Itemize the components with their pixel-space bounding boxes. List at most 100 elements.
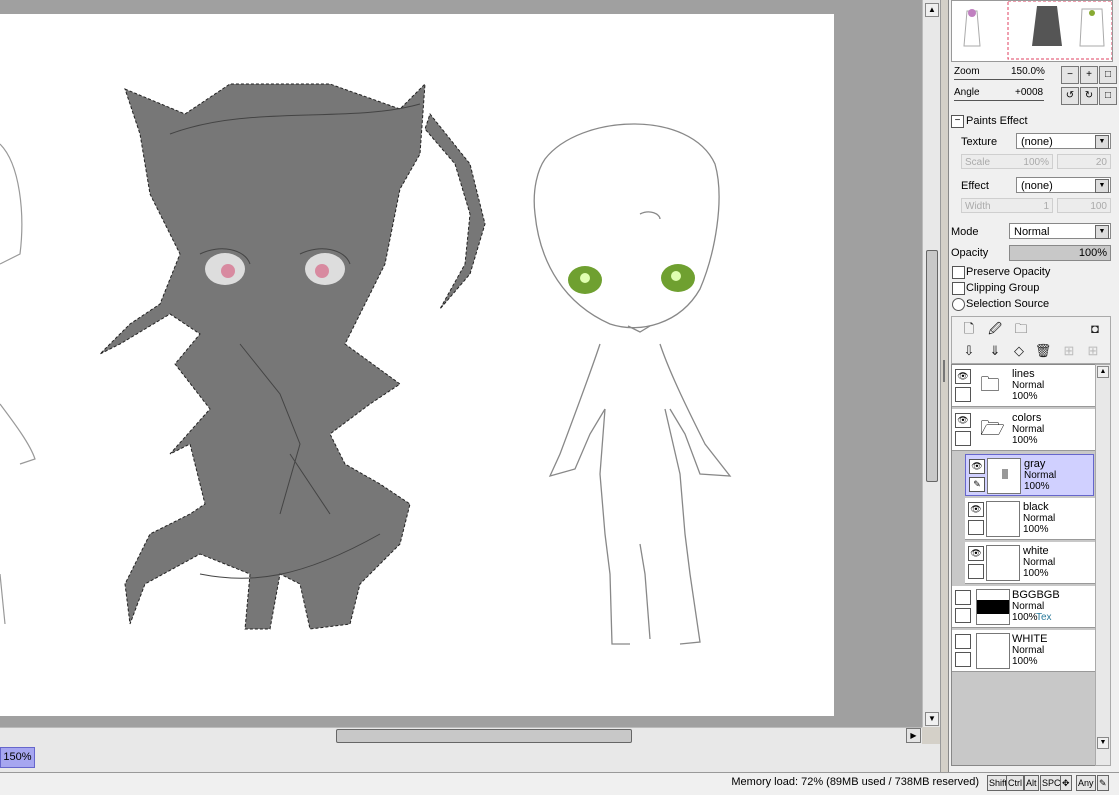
blank-figure bbox=[533, 123, 732, 645]
scroll-up-icon[interactable]: ▲ bbox=[1097, 366, 1109, 378]
zoom-slider[interactable] bbox=[954, 79, 1044, 80]
apply-mask-icon: ⊞ bbox=[1063, 343, 1075, 358]
layer-row-lines[interactable]: 👁 🗀 lines Normal 100% bbox=[952, 365, 1096, 407]
scale-right-value: 20 bbox=[1095, 157, 1107, 168]
layer-thumbnail bbox=[976, 633, 1010, 669]
eye-icon[interactable]: 👁 bbox=[969, 459, 985, 474]
selection-source-label: Selection Source bbox=[966, 298, 1050, 310]
alt-key-indicator: Alt bbox=[1024, 775, 1039, 791]
layer-list[interactable]: 👁 🗀 lines Normal 100% 👁 🗁 colors Normal … bbox=[951, 364, 1097, 766]
angle-label: Angle bbox=[954, 87, 980, 98]
texture-tag: Tex bbox=[1036, 612, 1052, 623]
blend-mode-value: Normal bbox=[1014, 226, 1050, 238]
status-bar: Memory load: 72% (89MB used / 738MB rese… bbox=[0, 772, 1119, 795]
lock-checkbox[interactable] bbox=[968, 520, 984, 535]
width-right-value: 100 bbox=[1090, 201, 1107, 212]
texture-dropdown[interactable]: (none) ▼ bbox=[1016, 133, 1111, 149]
clipping-group-label: Clipping Group bbox=[966, 282, 1040, 294]
eye-icon[interactable]: 👁 bbox=[955, 369, 971, 384]
layer-name: BGGBGB bbox=[1012, 589, 1060, 601]
eye-icon[interactable]: 👁 bbox=[968, 502, 984, 517]
navigator-preview[interactable] bbox=[951, 0, 1113, 62]
canvas-horizontal-scrollbar[interactable]: ▶ bbox=[0, 727, 922, 745]
layer-row-gray[interactable]: 👁 ✎ gray Normal 100% bbox=[965, 454, 1094, 496]
merge-down-icon[interactable]: ⇓ bbox=[986, 342, 1004, 360]
layer-mask-icon[interactable]: ◘ bbox=[1086, 320, 1104, 338]
artwork bbox=[0, 82, 732, 645]
canvas-paper[interactable] bbox=[0, 14, 834, 716]
vertical-scroll-thumb[interactable] bbox=[926, 250, 938, 482]
visibility-checkbox[interactable] bbox=[955, 590, 971, 605]
rotate-right-icon[interactable]: ↻ bbox=[1080, 87, 1098, 105]
scale-right-slider: 20 bbox=[1057, 154, 1111, 169]
layer-list-scrollbar[interactable]: ▲ ▼ bbox=[1095, 364, 1111, 766]
lock-checkbox[interactable] bbox=[955, 387, 971, 402]
selection-source-radio[interactable] bbox=[952, 298, 965, 311]
blend-mode-dropdown[interactable]: Normal ▼ bbox=[1009, 223, 1111, 239]
layer-opacity: 100% bbox=[1012, 391, 1038, 402]
preserve-opacity-label: Preserve Opacity bbox=[966, 266, 1051, 278]
memory-load: Memory load: 72% (89MB used / 738MB rese… bbox=[731, 776, 979, 788]
layer-opacity: 100% bbox=[1012, 435, 1038, 446]
horizontal-scroll-thumb[interactable] bbox=[336, 729, 632, 743]
right-panel: Zoom 150.0% − + □ Angle +0008 ↺ ↻ □ − Pa… bbox=[948, 0, 1119, 772]
layer-row-white-bg[interactable]: WHITE Normal 100% bbox=[952, 630, 1096, 672]
canvas-area[interactable] bbox=[0, 0, 922, 727]
divider-grip-icon[interactable] bbox=[943, 360, 945, 382]
layer-opacity: 100% bbox=[1024, 481, 1050, 492]
layer-thumbnail bbox=[987, 458, 1021, 494]
scroll-up-icon[interactable]: ▲ bbox=[925, 3, 939, 17]
preserve-opacity-checkbox[interactable] bbox=[952, 266, 965, 279]
zoom-badge[interactable]: 150% bbox=[0, 747, 35, 768]
any-key-indicator: Any bbox=[1076, 775, 1096, 791]
chevron-down-icon: ▼ bbox=[1095, 225, 1109, 239]
layer-thumbnail bbox=[986, 545, 1020, 581]
zoom-value[interactable]: 150.0% bbox=[1011, 66, 1045, 77]
layer-row-colors[interactable]: 👁 🗁 colors Normal 100% bbox=[952, 409, 1096, 451]
layer-row-bggbgb[interactable]: BGGBGB Normal 100% Tex bbox=[952, 586, 1096, 628]
pencil-icon[interactable]: ✎ bbox=[969, 477, 985, 492]
lock-checkbox[interactable] bbox=[955, 652, 971, 667]
effect-dropdown[interactable]: (none) ▼ bbox=[1016, 177, 1111, 193]
layer-name: lines bbox=[1012, 368, 1035, 380]
layer-name: colors bbox=[1012, 412, 1042, 424]
opacity-slider[interactable]: 100% bbox=[1009, 245, 1111, 261]
gray-character bbox=[99, 82, 486, 630]
transfer-down-icon[interactable]: ⇩ bbox=[960, 342, 978, 360]
clear-layer-icon[interactable]: ◇ bbox=[1010, 342, 1028, 360]
zoom-out-icon[interactable]: − bbox=[1061, 66, 1079, 84]
clipping-group-checkbox[interactable] bbox=[952, 282, 965, 295]
lock-checkbox[interactable] bbox=[955, 431, 971, 446]
eye-icon[interactable]: 👁 bbox=[968, 546, 984, 561]
visibility-checkbox[interactable] bbox=[955, 634, 971, 649]
chevron-down-icon: ▼ bbox=[1095, 179, 1109, 193]
opacity-label: Opacity bbox=[951, 247, 989, 259]
lock-checkbox[interactable] bbox=[968, 564, 984, 579]
texture-value: (none) bbox=[1021, 136, 1053, 148]
rotate-reset-icon[interactable]: □ bbox=[1099, 87, 1117, 105]
layer-row-black[interactable]: 👁 black Normal 100% bbox=[965, 498, 1096, 540]
layer-opacity: 100% bbox=[1012, 656, 1038, 667]
lock-checkbox[interactable] bbox=[955, 608, 971, 623]
layer-toolbar: 🗋 🖉 🗀 ◘ ⇩ ⇓ ◇ 🗑 ⊞ ⊞ bbox=[951, 316, 1111, 364]
new-folder-icon[interactable]: 🗀 bbox=[1012, 320, 1030, 338]
canvas-vertical-scrollbar[interactable]: ▲ ▼ bbox=[922, 0, 941, 727]
zoom-reset-icon[interactable]: □ bbox=[1099, 66, 1117, 84]
scroll-down-icon[interactable]: ▼ bbox=[925, 712, 939, 726]
collapse-icon[interactable]: − bbox=[951, 115, 964, 128]
rotate-left-icon[interactable]: ↺ bbox=[1061, 87, 1079, 105]
scroll-down-icon[interactable]: ▼ bbox=[1097, 737, 1109, 749]
new-layer-icon[interactable]: 🗋 bbox=[960, 320, 978, 338]
eye-icon[interactable]: 👁 bbox=[955, 413, 971, 428]
chevron-down-icon: ▼ bbox=[1095, 135, 1109, 149]
delete-layer-icon[interactable]: 🗑 bbox=[1034, 342, 1052, 360]
zoom-in-icon[interactable]: + bbox=[1080, 66, 1098, 84]
new-linework-layer-icon[interactable]: 🖉 bbox=[986, 320, 1004, 338]
scale-label: Scale bbox=[965, 157, 991, 168]
folder-open-icon: 🗁 bbox=[980, 418, 1005, 440]
angle-slider[interactable] bbox=[954, 100, 1044, 101]
angle-value[interactable]: +0008 bbox=[1015, 87, 1043, 98]
scroll-right-icon[interactable]: ▶ bbox=[906, 728, 921, 743]
layer-row-white[interactable]: 👁 white Normal 100% bbox=[965, 542, 1096, 584]
width-slider: Width 1 bbox=[961, 198, 1053, 213]
